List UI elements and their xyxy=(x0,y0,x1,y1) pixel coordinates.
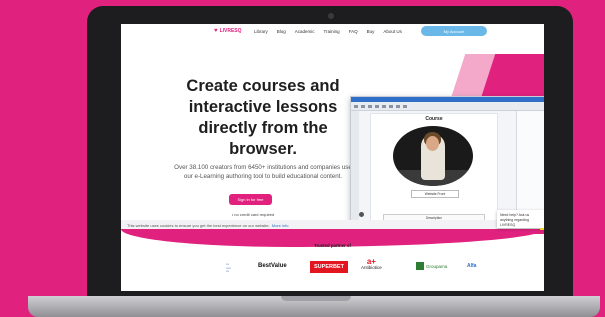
editor-toolbar xyxy=(351,102,544,111)
nav-item-buy[interactable]: Buy xyxy=(367,29,375,34)
toolbar-icon xyxy=(382,104,386,108)
toolbar-icon xyxy=(368,104,372,108)
groupama-mark-icon xyxy=(416,262,424,270)
nav-item-faq[interactable]: FAQ xyxy=(349,29,358,34)
partner-logo-alfa: Alfa xyxy=(467,263,477,269)
photo-caption: Website Front xyxy=(411,190,459,198)
chat-popup[interactable]: Need help? Ask us anything regarding LIV… xyxy=(497,210,544,228)
antibiotice-mark-icon: a+ xyxy=(366,257,376,266)
heart-logo-icon: ♥ xyxy=(214,28,218,34)
hero-title: Create courses and interactive lessons d… xyxy=(186,77,340,158)
editor-canvas: Course Website Front Description xyxy=(370,113,498,223)
cookie-more-info-link[interactable]: More info xyxy=(272,223,289,228)
partner-logo-bestvalue: BestValue xyxy=(258,263,287,269)
browser-screen: ♥ LIVRESQ Library Blog Academic Training… xyxy=(121,24,544,291)
nav-item-about[interactable]: About Us xyxy=(383,29,402,34)
toolbar-icon xyxy=(396,104,400,108)
course-photo xyxy=(393,126,473,186)
toolbar-icon xyxy=(375,104,379,108)
partner-logo-superbet: SUPERBET xyxy=(310,261,348,273)
hero-subtitle: Over 38.100 creators from 6450+ institut… xyxy=(174,164,352,180)
my-account-button[interactable]: My Account xyxy=(421,26,487,36)
laptop-base xyxy=(28,296,600,317)
editor-properties-panel xyxy=(516,111,544,223)
avatar xyxy=(359,212,364,217)
nav-item-library[interactable]: Library xyxy=(254,29,268,34)
top-navigation: ♥ LIVRESQ Library Blog Academic Training… xyxy=(121,24,544,39)
laptop-frame: ♥ LIVRESQ Library Blog Academic Training… xyxy=(87,6,573,302)
chat-indicator xyxy=(540,228,544,230)
no-credit-card-note: • no credit card required xyxy=(231,212,275,217)
camera-icon xyxy=(328,13,334,19)
toolbar-icon xyxy=(354,104,358,108)
nav-items: Library Blog Academic Training FAQ Buy A… xyxy=(254,29,402,34)
toolbar-icon xyxy=(361,104,365,108)
sign-in-free-button[interactable]: Sign in for free xyxy=(229,194,272,205)
partner-logo-small: ▪▪▪ ▪▪▪▪▪ ▪▪▪ xyxy=(226,262,231,273)
partner-logo-antibiotice: a+ Antibiotice xyxy=(361,257,382,271)
slide-title: Course xyxy=(425,116,443,122)
partner-logo-groupama: Groupama xyxy=(416,262,447,270)
nav-item-training[interactable]: Training xyxy=(324,29,340,34)
toolbar-icon xyxy=(389,104,393,108)
editor-screenshot: Course Website Front Description xyxy=(350,96,544,226)
nav-item-blog[interactable]: Blog xyxy=(277,29,286,34)
laptop-notch xyxy=(281,296,351,301)
partners-heading: Trusted partner of xyxy=(314,243,351,248)
cookie-text: This website uses cookies to ensure you … xyxy=(127,222,270,228)
editor-left-panel xyxy=(351,111,359,223)
brand-name: LIVRESQ xyxy=(219,28,242,34)
partner-logos: ▪▪▪ ▪▪▪▪▪ ▪▪▪ BestValue SUPERBET a+ Antibio… xyxy=(221,257,481,281)
toolbar-icon xyxy=(403,104,407,108)
brand-logo[interactable]: ♥ LIVRESQ xyxy=(214,28,242,34)
nav-item-academic[interactable]: Academic xyxy=(295,29,315,34)
